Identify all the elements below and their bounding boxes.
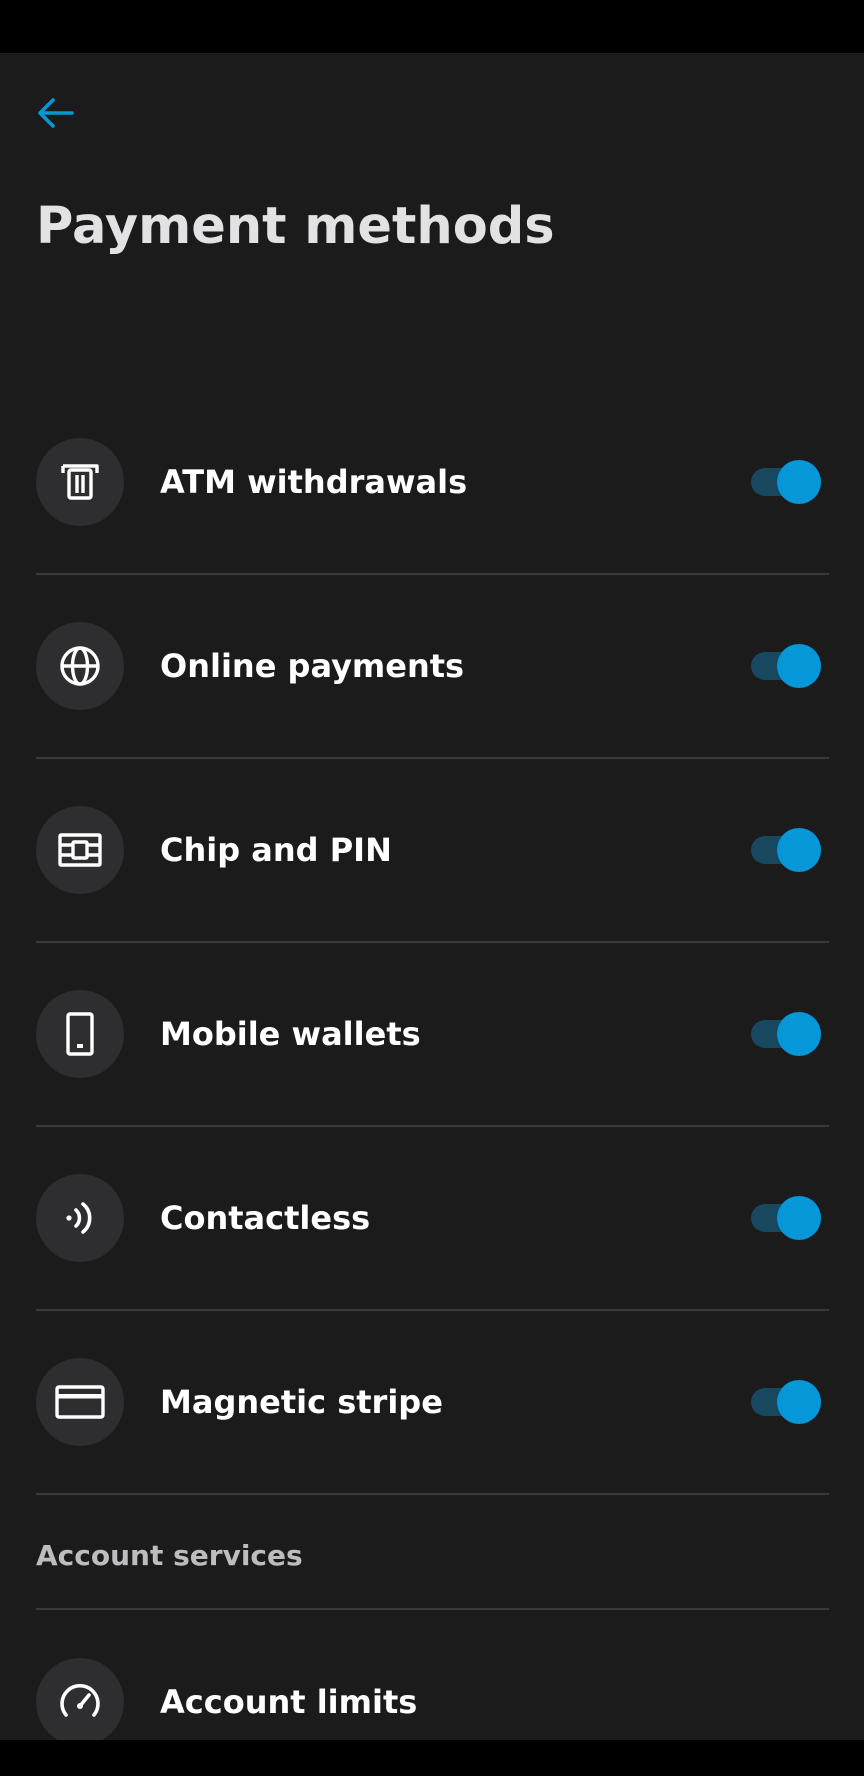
payment-methods-list: ATM withdrawals Online payments Chip and… [36,391,829,1495]
account-limits-row[interactable]: Account limits [36,1610,829,1740]
section-header-account-services: Account services [36,1539,303,1572]
account-service-label: Account limits [160,1683,418,1721]
speedometer-icon [36,1658,124,1740]
payment-method-label: Online payments [160,647,465,685]
online-payments-toggle[interactable] [749,644,821,688]
globe-icon [36,622,124,710]
atm-icon [36,438,124,526]
payment-method-row-magnetic-stripe[interactable]: Magnetic stripe [36,1311,829,1495]
card-icon [36,1358,124,1446]
payment-method-label: Mobile wallets [160,1015,421,1053]
chip-icon [36,806,124,894]
contactless-toggle[interactable] [749,1196,821,1240]
payment-method-label: ATM withdrawals [160,463,468,501]
payment-method-row-contactless[interactable]: Contactless [36,1127,829,1311]
payment-methods-screen: Payment methods ATM withdrawals Online p… [0,53,864,1740]
toggle-thumb [777,828,821,872]
atm-withdrawals-toggle[interactable] [749,460,821,504]
page-title: Payment methods [36,197,555,256]
contactless-icon [36,1174,124,1262]
status-bar [0,0,864,53]
payment-method-row-online-payments[interactable]: Online payments [36,575,829,759]
payment-method-row-atm-withdrawals[interactable]: ATM withdrawals [36,391,829,575]
payment-method-row-mobile-wallets[interactable]: Mobile wallets [36,943,829,1127]
toggle-thumb [777,1012,821,1056]
chip-and-pin-toggle[interactable] [749,828,821,872]
payment-method-label: Contactless [160,1199,371,1237]
toggle-thumb [777,1380,821,1424]
back-button[interactable] [36,93,88,133]
system-nav-bar [0,1740,864,1776]
payment-method-label: Magnetic stripe [160,1383,443,1421]
toggle-thumb [777,1196,821,1240]
toggle-thumb [777,460,821,504]
payment-method-row-chip-and-pin[interactable]: Chip and PIN [36,759,829,943]
back-arrow-icon [38,98,74,128]
mobile-wallets-toggle[interactable] [749,1012,821,1056]
toggle-thumb [777,644,821,688]
phone-icon [36,990,124,1078]
payment-method-label: Chip and PIN [160,831,392,869]
magnetic-stripe-toggle[interactable] [749,1380,821,1424]
